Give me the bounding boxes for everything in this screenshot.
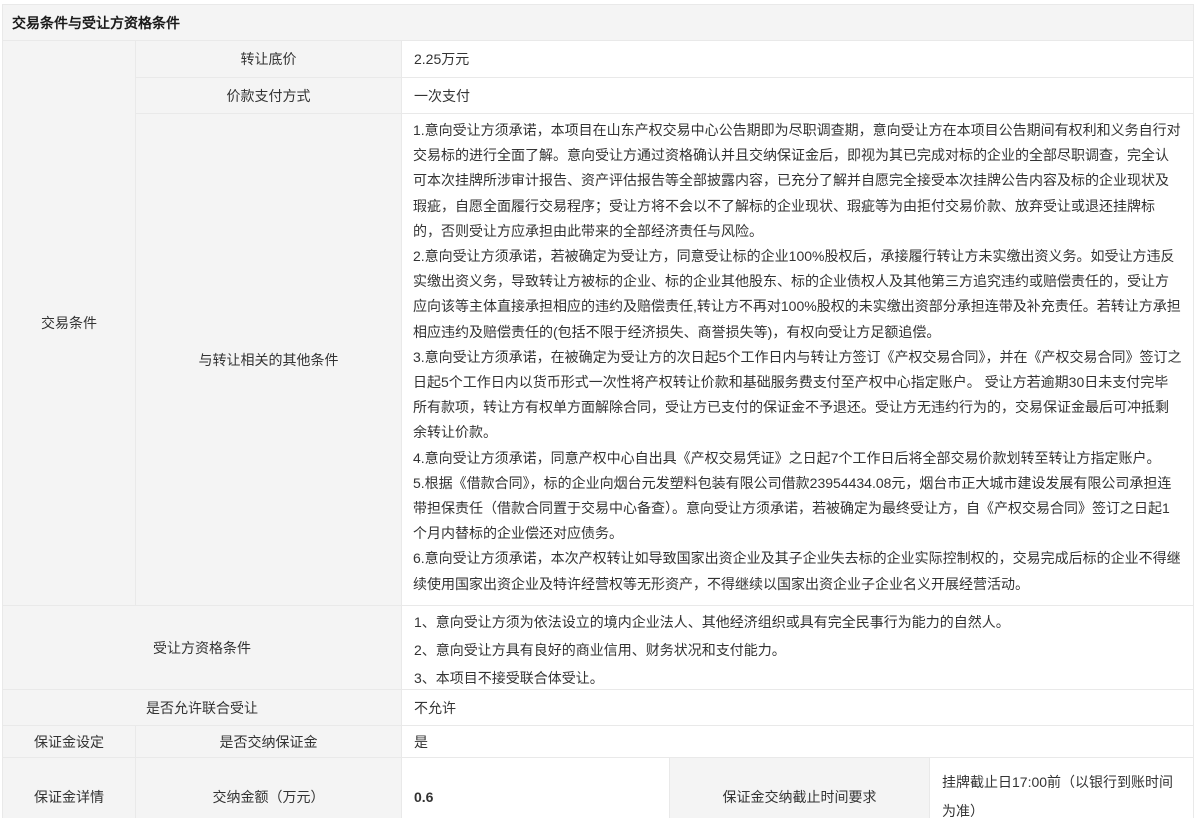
qualification-item: 2、意向受让方具有良好的商业信用、财务状况和支付能力。 [414,636,1181,664]
deposit-deadline-label: 保证金交纳截止时间要求 [670,758,930,818]
transfer-base-price-value: 2.25万元 [402,41,1194,78]
deposit-deadline-value: 挂牌截止日17:00前（以银行到账时间为准） [930,758,1194,818]
conditions-table: 交易条件与受让方资格条件 交易条件 转让底价 2.25万元 价款支付方式 一次支… [2,4,1194,818]
other-conditions-label: 与转让相关的其他条件 [136,114,402,606]
transferee-qualifications-value: 1、意向受让方须为依法设立的境内企业法人、其他经济组织或具有完全民事行为能力的自… [402,606,1194,690]
deposit-required-label: 是否交纳保证金 [136,726,402,758]
condition-paragraph: 2.意向受让方须承诺，若被确定为受让方，同意受让标的企业100%股权后，承接履行… [413,244,1182,345]
row-deposit-setting: 保证金设定 是否交纳保证金 是 [3,726,1194,758]
deposit-amount-value: 0.6 [402,758,670,818]
condition-paragraph: 6.意向受让方须承诺，本次产权转让如导致国家出资企业及其子企业失去标的企业实际控… [413,546,1182,596]
row-transferee-qualifications: 受让方资格条件 1、意向受让方须为依法设立的境内企业法人、其他经济组织或具有完全… [3,606,1194,690]
condition-paragraph: 3.意向受让方须承诺，在被确定为受让方的次日起5个工作日内与转让方签订《产权交易… [413,345,1182,446]
other-conditions-text: 1.意向受让方须承诺，本项目在山东产权交易中心公告期即为尽职调查期，意向受让方在… [413,118,1182,601]
row-payment-method: 价款支付方式 一次支付 [3,78,1194,114]
transfer-base-price-label: 转让底价 [136,41,402,78]
qualification-item: 3、本项目不接受联合体受让。 [414,664,1181,688]
page: 交易条件与受让方资格条件 交易条件 转让底价 2.25万元 价款支付方式 一次支… [0,0,1203,818]
page-title: 交易条件与受让方资格条件 [3,5,1194,41]
payment-method-label: 价款支付方式 [136,78,402,114]
transferee-qualifications-label: 受让方资格条件 [3,606,402,690]
deposit-setting-group-label: 保证金设定 [3,726,136,758]
joint-transfer-value: 不允许 [402,690,1194,726]
qualification-item: 1、意向受让方须为依法设立的境内企业法人、其他经济组织或具有完全民事行为能力的自… [414,608,1181,636]
joint-transfer-label: 是否允许联合受让 [3,690,402,726]
other-conditions-value: 1.意向受让方须承诺，本项目在山东产权交易中心公告期即为尽职调查期，意向受让方在… [402,114,1194,606]
deposit-required-value: 是 [402,726,1194,758]
qualification-list: 1、意向受让方须为依法设立的境内企业法人、其他经济组织或具有完全民事行为能力的自… [414,608,1181,688]
deposit-amount-label: 交纳金额（万元） [136,758,402,818]
payment-method-value: 一次支付 [402,78,1194,114]
table-header-row: 交易条件与受让方资格条件 [3,5,1194,41]
row-deposit-details: 保证金详情 交纳金额（万元） 0.6 保证金交纳截止时间要求 挂牌截止日17:0… [3,758,1194,818]
row-transfer-base-price: 交易条件 转让底价 2.25万元 [3,41,1194,78]
condition-paragraph: 5.根据《借款合同》，标的企业向烟台元发塑料包装有限公司借款23954434.0… [413,471,1182,547]
trade-conditions-group-label: 交易条件 [3,41,136,606]
condition-paragraph: 4.意向受让方须承诺，同意产权中心自出具《产权交易凭证》之日起7个工作日后将全部… [413,446,1182,471]
deposit-details-group-label: 保证金详情 [3,758,136,818]
row-other-conditions: 与转让相关的其他条件 1.意向受让方须承诺，本项目在山东产权交易中心公告期即为尽… [3,114,1194,606]
condition-paragraph: 1.意向受让方须承诺，本项目在山东产权交易中心公告期即为尽职调查期，意向受让方在… [413,118,1182,244]
row-joint-transfer: 是否允许联合受让 不允许 [3,690,1194,726]
